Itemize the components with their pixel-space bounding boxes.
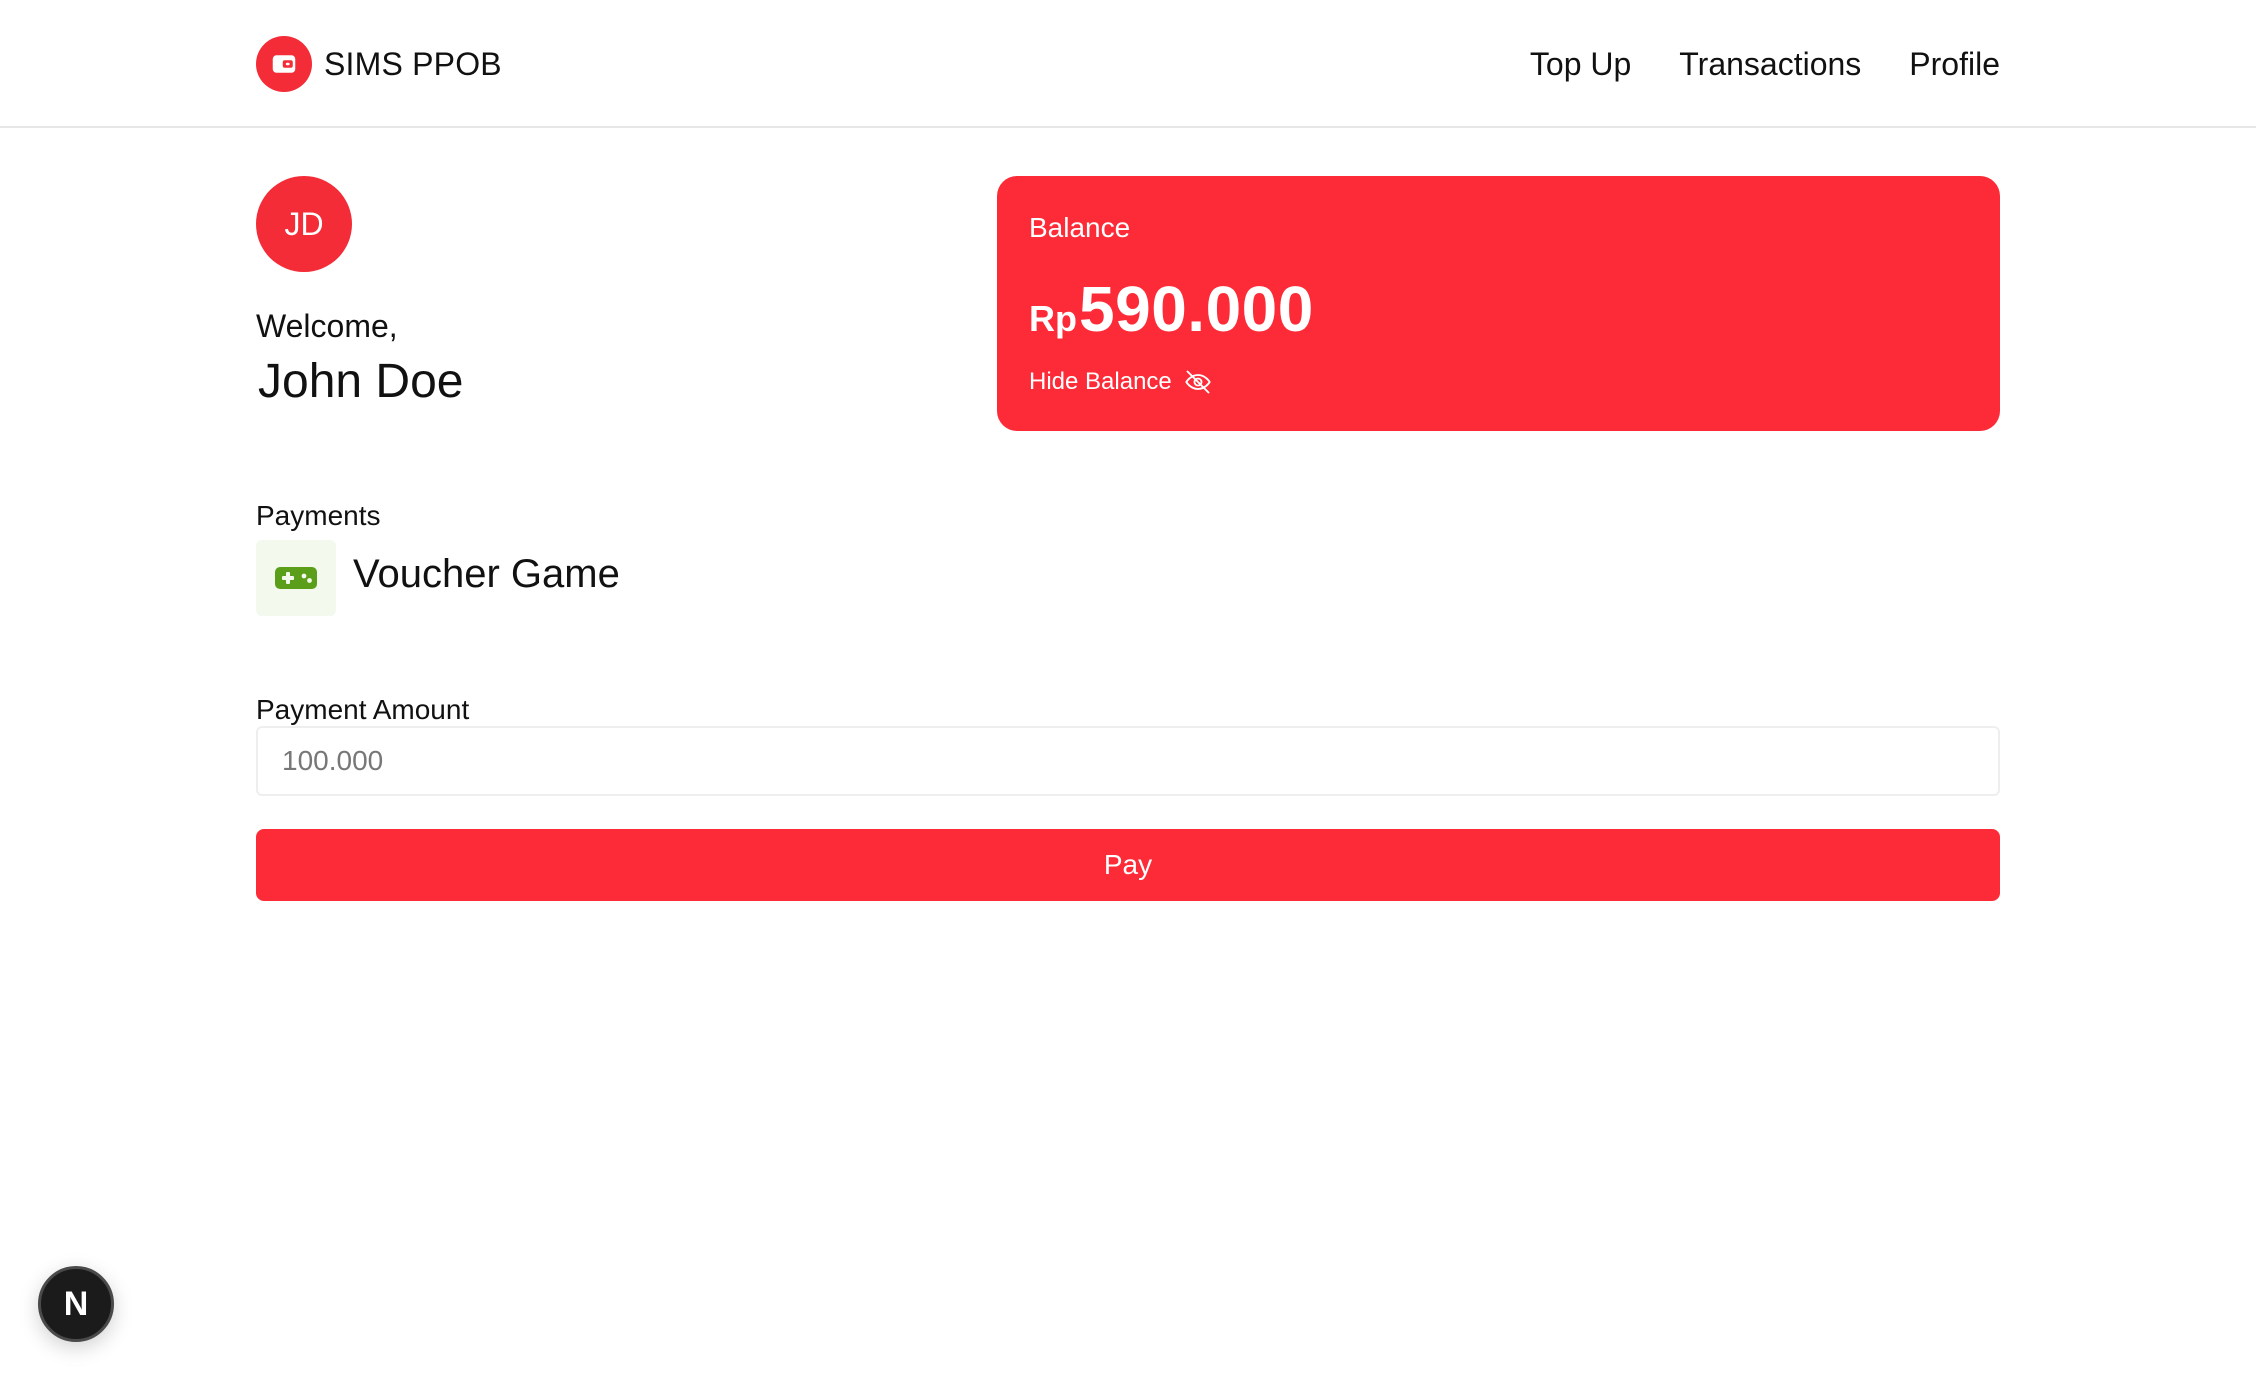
game-controller-icon (256, 540, 336, 616)
currency-label: Rp (1029, 298, 1077, 339)
service-name: Voucher Game (353, 552, 620, 596)
balance-card: Balance Rp 590.000 Hide Balance (997, 176, 2000, 431)
user-avatar: JD (256, 176, 352, 272)
top-navbar: SIMS PPOB Top Up Transactions Profile (0, 0, 2256, 128)
welcome-text: Welcome, (256, 308, 398, 344)
dev-tools-badge[interactable]: N (38, 1266, 114, 1342)
payments-section-label: Payments (256, 500, 381, 531)
main-nav: Top Up Transactions Profile (1530, 36, 2000, 92)
nav-profile[interactable]: Profile (1909, 46, 2000, 83)
nav-transactions[interactable]: Transactions (1679, 46, 1861, 83)
pay-button[interactable]: Pay (256, 829, 2000, 901)
hide-balance-toggle[interactable]: Hide Balance (1029, 368, 1214, 396)
balance-value: 590.000 (1079, 273, 1314, 345)
wallet-logo-icon (256, 36, 312, 92)
brand-home-link[interactable]: SIMS PPOB (256, 36, 502, 92)
eye-off-icon (1182, 368, 1214, 396)
hide-balance-label: Hide Balance (1029, 368, 1172, 395)
balance-label: Balance (1029, 212, 1131, 243)
balance-amount: Rp 590.000 (1029, 272, 1314, 346)
brand-name: SIMS PPOB (324, 45, 502, 82)
nav-top-up[interactable]: Top Up (1530, 46, 1631, 83)
payment-amount-input[interactable] (256, 726, 2000, 796)
payment-amount-label: Payment Amount (256, 694, 470, 725)
user-name: John Doe (258, 355, 464, 408)
